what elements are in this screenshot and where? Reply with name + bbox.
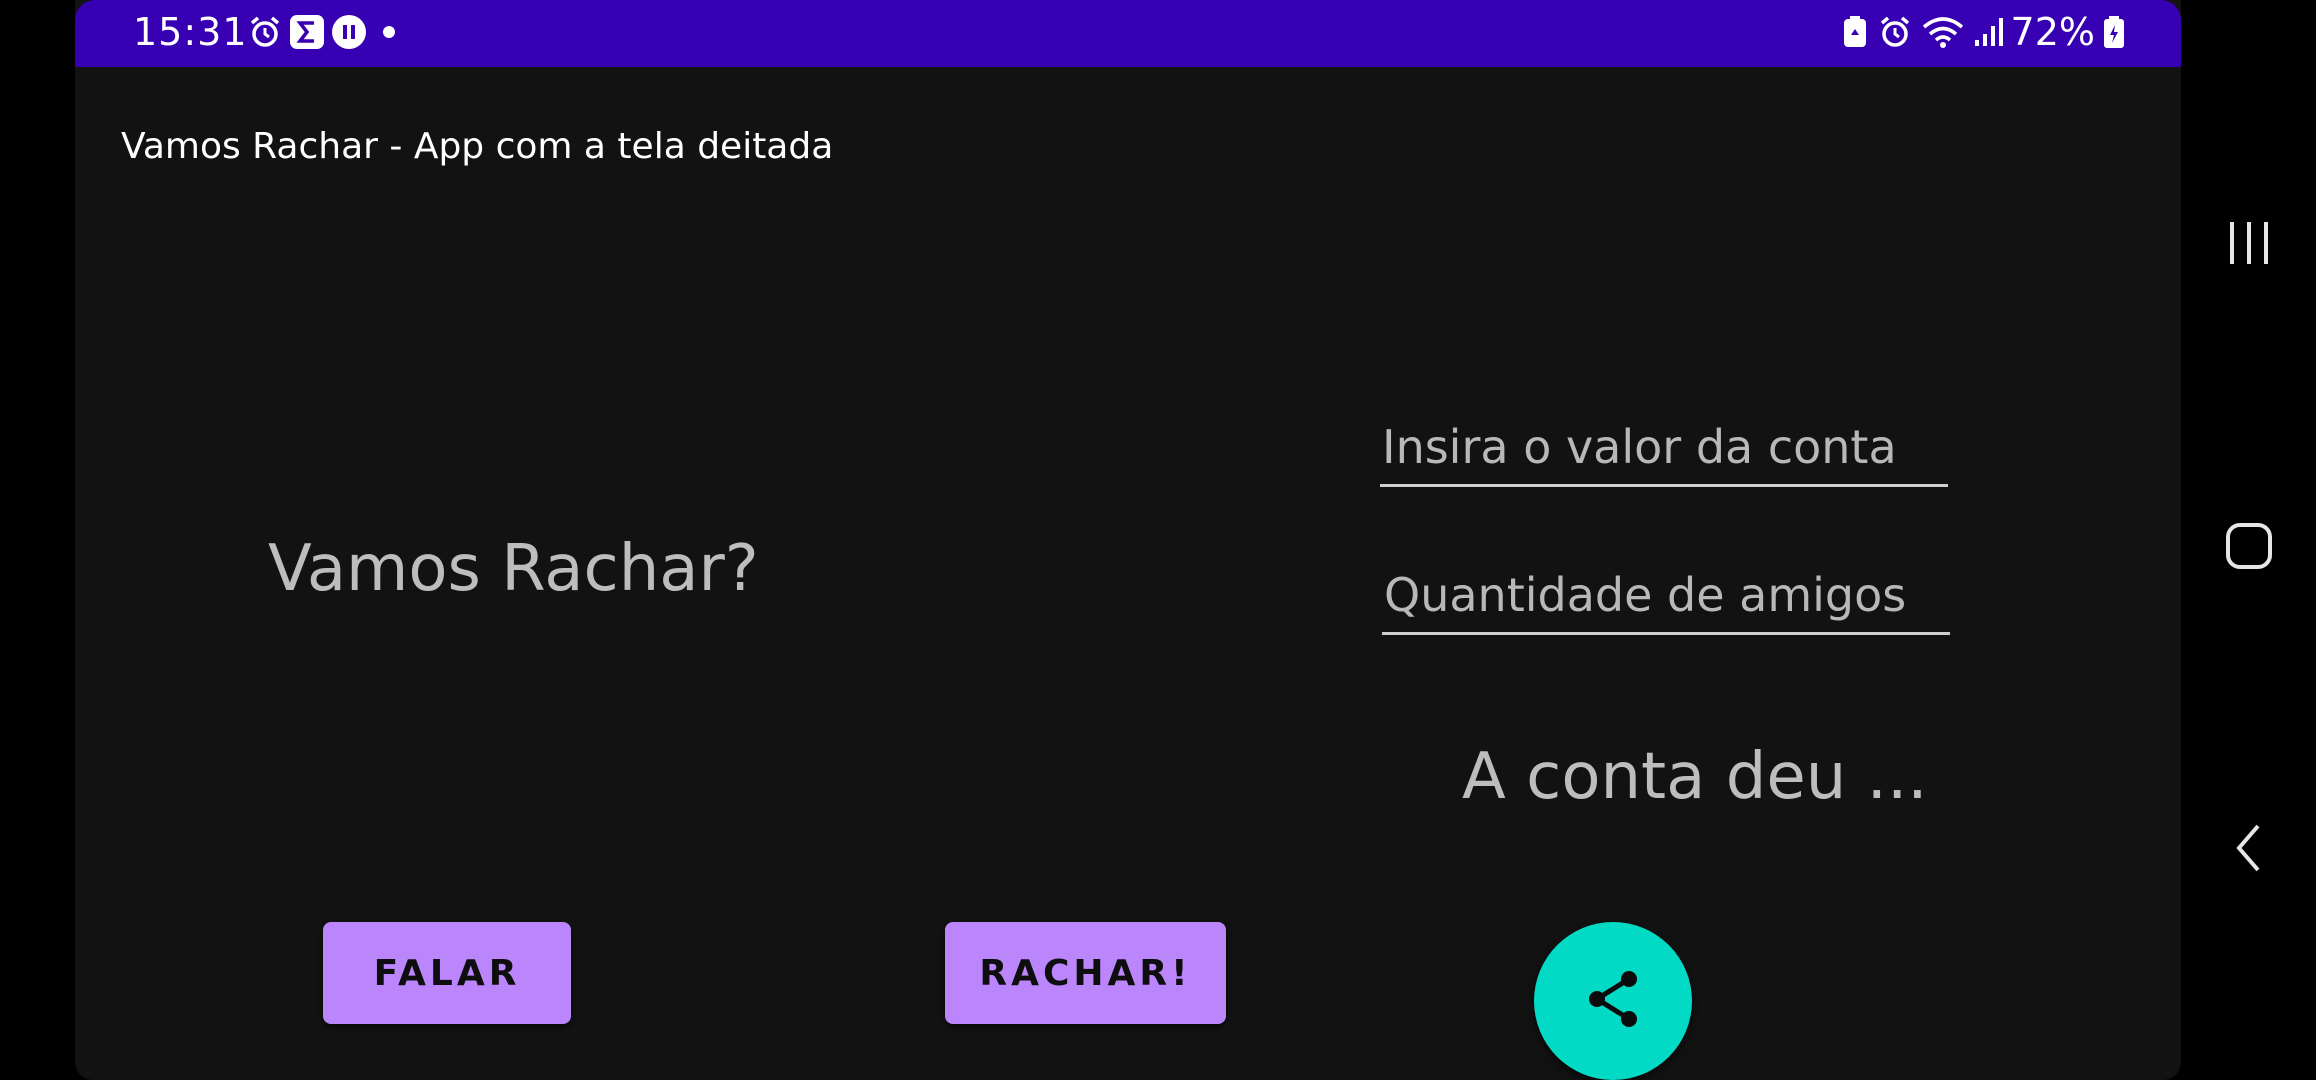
result-text: A conta deu ... (1462, 740, 1928, 814)
alarm-icon (1877, 14, 1913, 50)
share-icon (1585, 969, 1641, 1034)
bill-value-input[interactable] (1380, 420, 1950, 484)
status-time: 15:31 (133, 10, 248, 54)
pause-icon (331, 14, 367, 50)
battery-percentage: 72% (2010, 10, 2095, 54)
sigma-app-icon (289, 14, 325, 50)
navigation-bar (2181, 0, 2316, 1080)
headline-text: Vamos Rachar? (268, 532, 759, 606)
split-button[interactable]: RACHAR! (945, 922, 1226, 1024)
recent-apps-icon[interactable] (2211, 205, 2287, 281)
alarm-icon (247, 14, 283, 50)
back-icon[interactable] (2211, 810, 2287, 886)
friends-count-input[interactable] (1382, 568, 1952, 632)
status-bar: 15:31 72% (75, 0, 2181, 67)
battery-saver-icon (1837, 14, 1873, 50)
battery-icon (2101, 14, 2127, 50)
speak-button[interactable]: FALAR (323, 922, 571, 1024)
share-button[interactable] (1534, 922, 1692, 1080)
wifi-icon (1921, 14, 1965, 50)
dot-icon (371, 14, 407, 50)
bill-value-field[interactable] (1380, 420, 1950, 487)
signal-icon (1971, 14, 2007, 50)
friends-count-field[interactable] (1382, 568, 1952, 635)
app-title: Vamos Rachar - App com a tela deitada (121, 126, 834, 167)
app-screen: 15:31 72% Vamos Rachar - App com a tela … (75, 0, 2181, 1080)
home-icon[interactable] (2211, 508, 2287, 584)
